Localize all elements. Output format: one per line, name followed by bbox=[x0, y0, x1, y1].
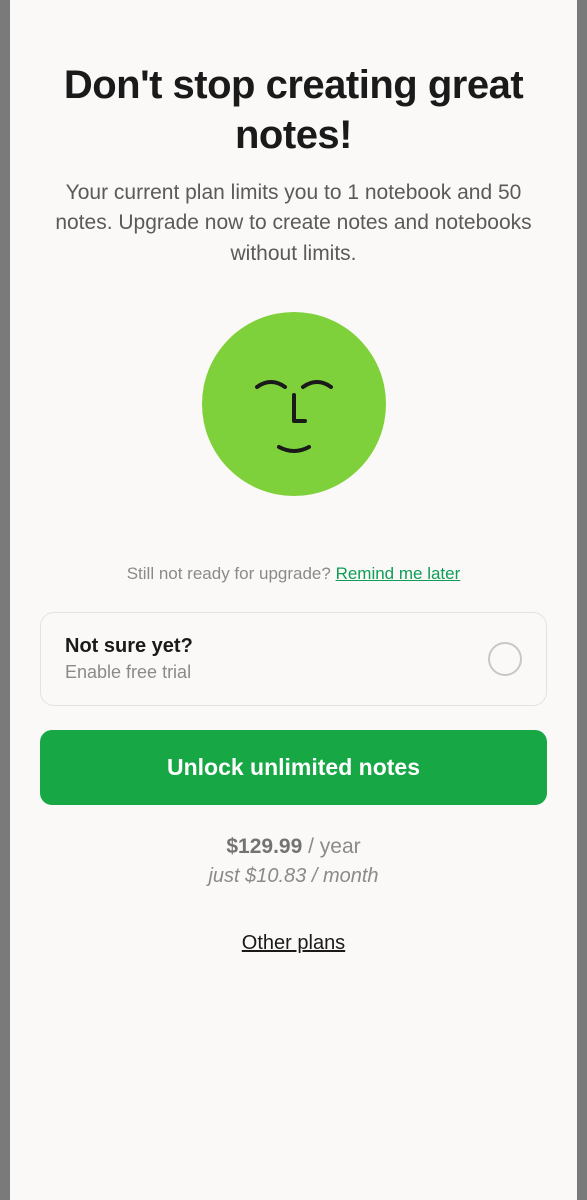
trial-sub: Enable free trial bbox=[65, 662, 193, 683]
calm-face-icon bbox=[199, 309, 389, 499]
free-trial-card[interactable]: Not sure yet? Enable free trial bbox=[40, 612, 547, 706]
price-amount: $129.99 bbox=[226, 835, 302, 858]
trial-heading: Not sure yet? bbox=[65, 635, 193, 658]
remind-row: Still not ready for upgrade? Remind me l… bbox=[127, 564, 461, 584]
price-monthly-hint: just $10.83 / month bbox=[208, 865, 378, 888]
upgrade-modal: Don't stop creating great notes! Your cu… bbox=[10, 0, 577, 1200]
remind-me-later-link[interactable]: Remind me later bbox=[336, 564, 461, 583]
remind-prefix: Still not ready for upgrade? bbox=[127, 564, 336, 583]
other-plans-link[interactable]: Other plans bbox=[242, 932, 345, 955]
trial-text: Not sure yet? Enable free trial bbox=[65, 635, 193, 683]
trial-radio[interactable] bbox=[488, 642, 522, 676]
unlock-unlimited-button[interactable]: Unlock unlimited notes bbox=[40, 730, 547, 805]
modal-title: Don't stop creating great notes! bbox=[40, 60, 547, 160]
price-period: / year bbox=[302, 835, 360, 858]
face-illustration bbox=[199, 309, 389, 504]
price-yearly: $129.99 / year bbox=[226, 835, 360, 859]
modal-subtitle: Your current plan limits you to 1 notebo… bbox=[40, 178, 547, 269]
